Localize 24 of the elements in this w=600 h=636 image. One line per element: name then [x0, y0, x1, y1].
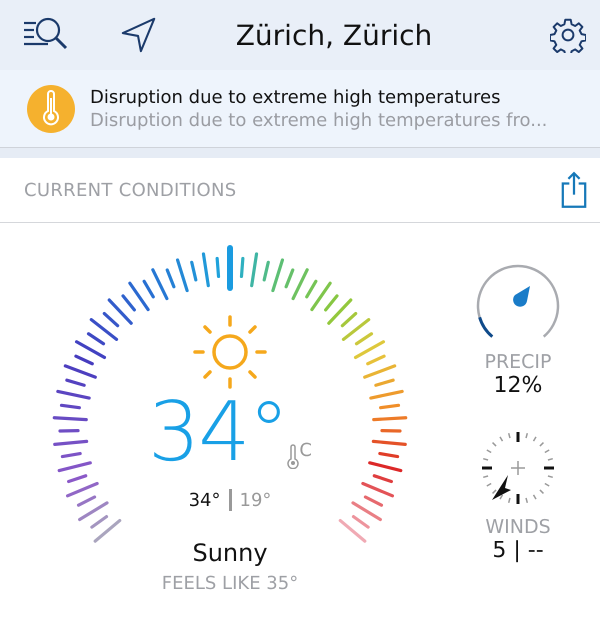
high-temperature: 34°: [188, 490, 220, 510]
temperature-value: 34°: [148, 391, 288, 475]
condition-text: Sunny: [192, 539, 268, 567]
alert-summary: Disruption due to extreme high temperatures fro...: [90, 110, 548, 130]
winds-value: 5 | --: [492, 538, 544, 563]
temperature-unit: C: [299, 440, 312, 461]
section-title: CURRENT CONDITIONS: [24, 180, 236, 200]
settings-icon[interactable]: [550, 17, 586, 53]
alert-title: Disruption due to extreme high temperatures: [90, 86, 502, 108]
raindrop-icon: [513, 286, 530, 307]
feels-like-text: FEELS LIKE 35°: [162, 573, 298, 594]
alert-banner[interactable]: Disruption due to extreme high temperatures Disruption due to extreme high temperatures fro...: [0, 70, 600, 148]
precip-gauge-fill: [478, 316, 494, 338]
thermometer-icon: [287, 443, 300, 469]
dial-indicator: [227, 245, 233, 291]
navigation-arrow-icon[interactable]: [120, 16, 158, 54]
share-icon[interactable]: [560, 171, 588, 209]
thermometer-icon: [26, 84, 76, 134]
precip-value: 12%: [494, 373, 542, 398]
low-temperature: 19°: [240, 490, 272, 510]
location-title: Zürich, Zürich: [234, 18, 434, 52]
precip-label: PRECIP: [484, 351, 552, 373]
winds-label: WINDS: [485, 516, 551, 538]
sun-icon: [193, 315, 267, 389]
